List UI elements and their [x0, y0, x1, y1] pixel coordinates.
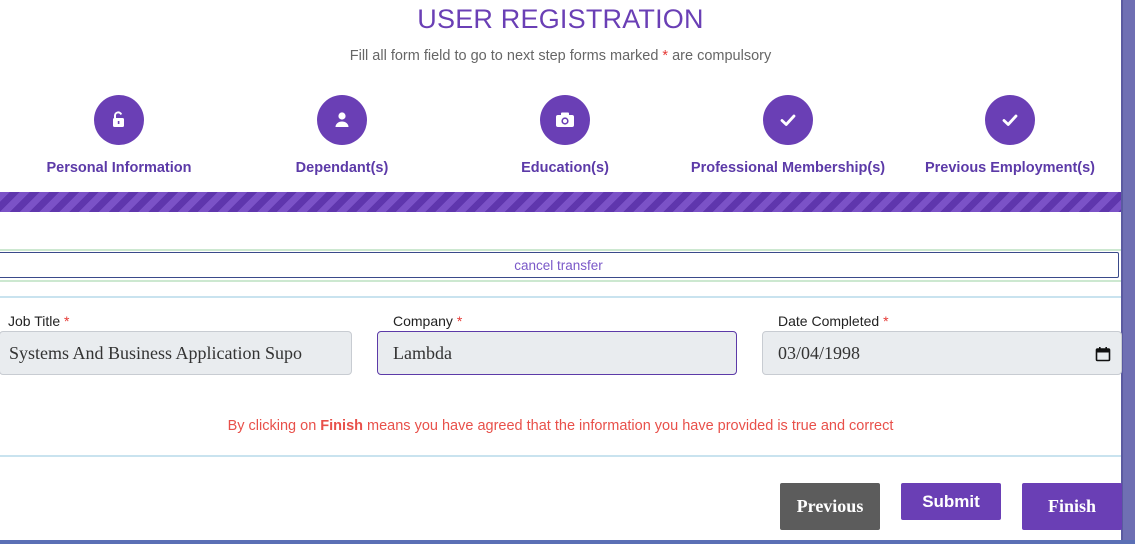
window-right-edge-inner: [1121, 0, 1123, 544]
job-title-field-group: Job Title * Systems And Business Applica…: [0, 313, 352, 375]
previous-button[interactable]: Previous: [780, 483, 880, 530]
window-bottom-edge: [0, 540, 1135, 544]
date-completed-field-group: Date Completed * 03/04/1998: [762, 313, 1122, 375]
job-title-label-text: Job Title: [8, 313, 65, 329]
step-label: Professional Membership(s): [690, 160, 886, 176]
agreement-text-after: means you have agreed that the informati…: [363, 418, 894, 434]
window-right-edge: [1123, 0, 1135, 544]
step-label: Dependant(s): [295, 160, 389, 176]
step-personal-information[interactable]: Personal Information: [9, 95, 229, 176]
step-professional-memberships[interactable]: Professional Membership(s): [678, 95, 898, 176]
company-field-group: Company * Lambda: [377, 313, 737, 375]
agreement-text-before: By clicking on: [227, 418, 321, 434]
calendar-icon[interactable]: [1095, 346, 1111, 362]
required-marker: *: [64, 313, 70, 329]
required-marker: *: [883, 313, 889, 329]
page-subtitle: Fill all form field to go to next step f…: [0, 48, 1121, 64]
check-icon: [985, 95, 1035, 145]
step-label: Education(s): [521, 160, 609, 176]
date-completed-input[interactable]: 03/04/1998: [762, 331, 1122, 375]
progress-bar: [0, 192, 1121, 212]
divider: [0, 249, 1121, 251]
user-icon: [317, 95, 367, 145]
company-input[interactable]: Lambda: [377, 331, 737, 375]
camera-icon: [540, 95, 590, 145]
step-educations[interactable]: Education(s): [455, 95, 675, 176]
registration-panel: USER REGISTRATION Fill all form field to…: [0, 0, 1122, 540]
job-title-input[interactable]: Systems And Business Application Supo: [0, 331, 352, 375]
required-marker: *: [456, 313, 463, 329]
job-title-label: Job Title *: [0, 313, 352, 329]
agreement-notice: By clicking on Finish means you have agr…: [0, 418, 1121, 434]
divider: [0, 280, 1121, 282]
step-label: Personal Information: [46, 160, 192, 176]
company-label-text: Company: [393, 313, 457, 329]
company-label: Company *: [377, 313, 737, 329]
step-previous-employments[interactable]: Previous Employment(s): [900, 95, 1120, 176]
date-completed-label-text: Date Completed: [778, 313, 884, 329]
submit-button[interactable]: Submit: [901, 483, 1001, 520]
step-dependants[interactable]: Dependant(s): [232, 95, 452, 176]
date-completed-value: 03/04/1998: [778, 343, 861, 363]
agreement-finish-word: Finish: [320, 418, 363, 434]
page-title: USER REGISTRATION: [417, 4, 704, 34]
divider: [0, 296, 1121, 298]
date-completed-label: Date Completed *: [762, 313, 1122, 329]
subtitle-text-after: are compulsory: [668, 48, 772, 64]
check-icon: [763, 95, 813, 145]
divider: [0, 455, 1121, 457]
finish-button[interactable]: Finish: [1022, 483, 1122, 530]
unlock-icon: [94, 95, 144, 145]
step-label: Previous Employment(s): [924, 160, 1095, 176]
cancel-transfer-button[interactable]: cancel transfer: [0, 252, 1119, 278]
subtitle-text-before: Fill all form field to go to next step f…: [349, 48, 663, 64]
